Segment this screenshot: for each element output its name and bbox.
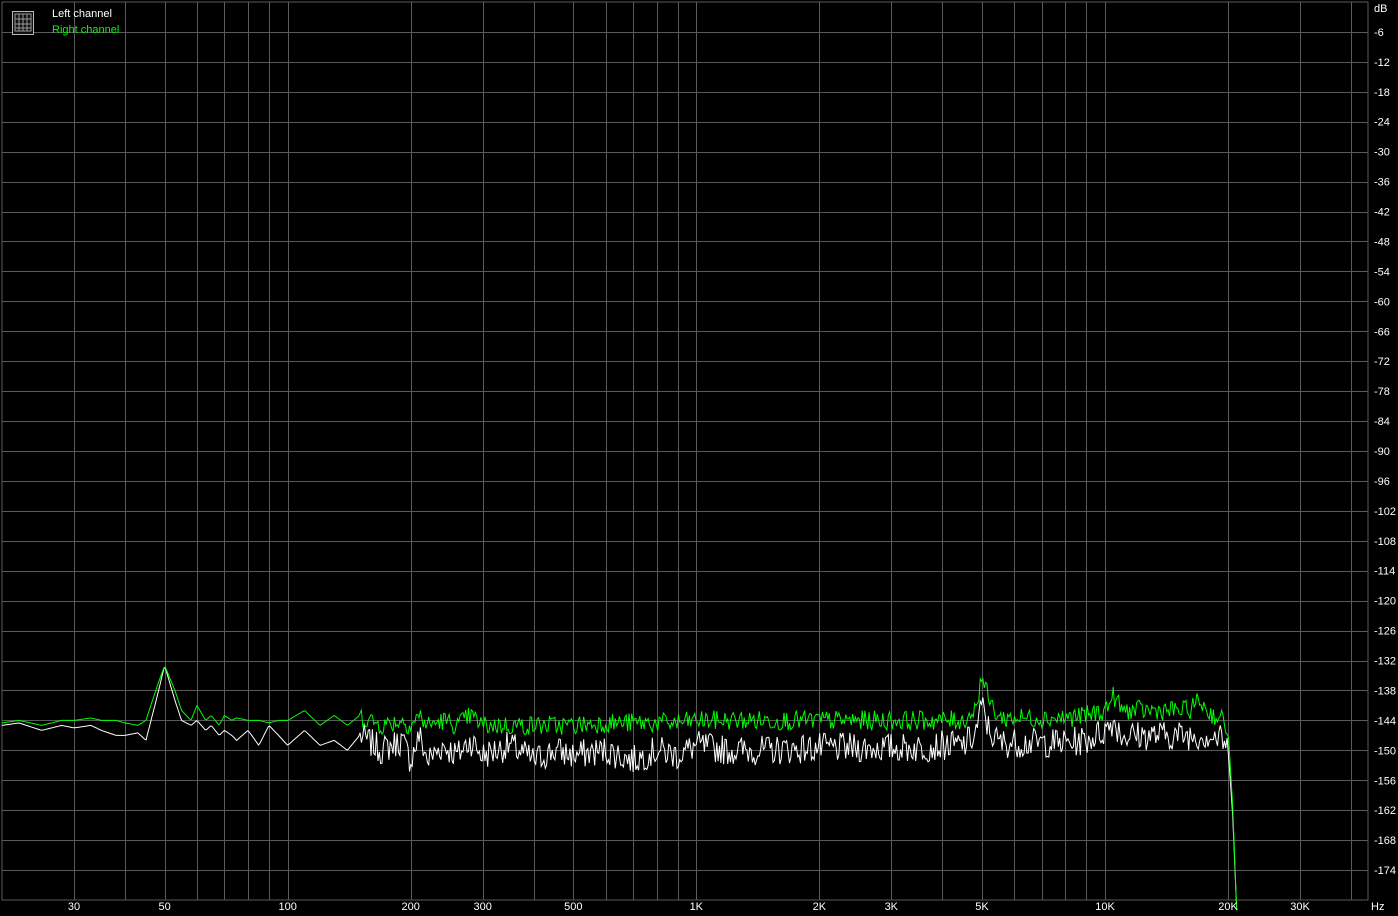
y-unit-label: dB (1374, 3, 1387, 15)
y-tick-label: -78 (1374, 386, 1390, 398)
x-tick-label: 500 (564, 901, 582, 913)
y-tick-label: -30 (1374, 147, 1390, 159)
y-tick-label: -132 (1374, 656, 1396, 668)
x-tick-label: 5K (975, 901, 989, 913)
y-tick-label: -66 (1374, 326, 1390, 338)
y-tick-label: -162 (1374, 805, 1396, 817)
y-tick-label: -156 (1374, 775, 1396, 787)
y-tick-label: -96 (1374, 476, 1390, 488)
plot-background (0, 0, 1398, 916)
x-tick-label: 30 (68, 901, 80, 913)
y-tick-label: -168 (1374, 835, 1396, 847)
x-tick-label: 300 (474, 901, 492, 913)
y-tick-label: -48 (1374, 237, 1390, 249)
y-tick-label: -126 (1374, 626, 1396, 638)
y-tick-label: -18 (1374, 87, 1390, 99)
y-tick-label: -36 (1374, 177, 1390, 189)
legend-grid-icon[interactable] (12, 11, 34, 35)
y-tick-label: -138 (1374, 686, 1396, 698)
y-tick-label: -90 (1374, 446, 1390, 458)
y-tick-label: -6 (1374, 27, 1384, 39)
x-tick-label: 50 (158, 901, 170, 913)
x-tick-label: 10K (1095, 901, 1115, 913)
x-tick-label: 3K (885, 901, 899, 913)
legend-left-channel: Left channel (52, 8, 112, 20)
y-tick-label: -72 (1374, 356, 1390, 368)
legend-right-channel: Right channel (52, 24, 120, 36)
x-unit-label: Hz (1371, 901, 1384, 913)
y-tick-label: -12 (1374, 57, 1390, 69)
y-tick-label: -84 (1374, 416, 1390, 428)
x-tick-label: 100 (279, 901, 297, 913)
spectrum-chart: 30 50 100 200 300 500 1K 2K 3K 5K 10K 20K 30K -6 -12 -… (0, 0, 1398, 916)
y-tick-label: -102 (1374, 506, 1396, 518)
y-tick-label: -42 (1374, 207, 1390, 219)
x-tick-label: 20K (1218, 901, 1238, 913)
y-tick-label: -60 (1374, 296, 1390, 308)
y-tick-label: -24 (1374, 117, 1390, 129)
y-tick-label: -108 (1374, 536, 1396, 548)
x-tick-label: 200 (402, 901, 420, 913)
y-tick-label: -120 (1374, 596, 1396, 608)
y-tick-label: -54 (1374, 266, 1390, 278)
x-tick-label: 2K (813, 901, 827, 913)
y-tick-label: -144 (1374, 715, 1396, 727)
x-tick-label: 1K (690, 901, 704, 913)
y-tick-label: -150 (1374, 745, 1396, 757)
x-tick-label: 30K (1290, 901, 1310, 913)
y-tick-label: -174 (1374, 865, 1396, 877)
y-tick-label: -114 (1374, 566, 1395, 578)
